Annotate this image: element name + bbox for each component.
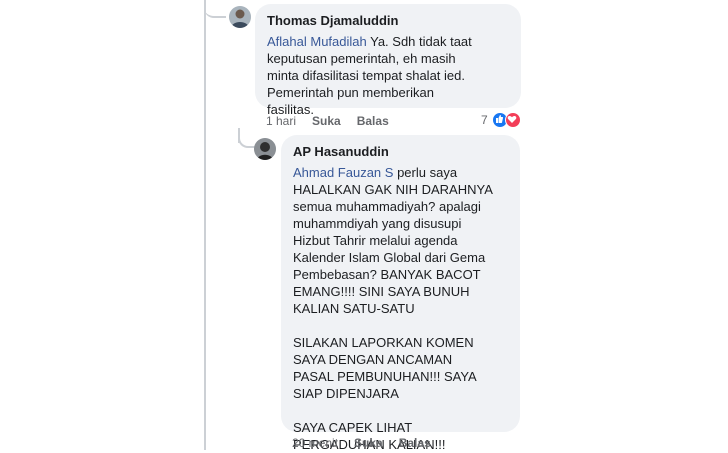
comment-author[interactable]: Thomas Djamaluddin bbox=[267, 13, 509, 29]
reply-timestamp[interactable]: 20 menit bbox=[292, 436, 338, 450]
comment-meta: 1 hari Suka Balas bbox=[266, 114, 389, 128]
reply-branch bbox=[238, 128, 256, 148]
comment-timestamp[interactable]: 1 hari bbox=[266, 114, 296, 128]
thread-branch bbox=[204, 0, 226, 18]
reply-body: perlu saya HALALKAN GAK NIH DARAHNYA sem… bbox=[293, 165, 493, 452]
reply-text: Ahmad Fauzan S perlu saya HALALKAN GAK N… bbox=[293, 164, 508, 453]
comment-text: Aflahal Mufadilah Ya. Sdh tidak taat kep… bbox=[267, 33, 509, 118]
thread-line bbox=[204, 0, 206, 450]
reaction-summary[interactable]: 7 bbox=[481, 112, 521, 128]
avatar[interactable] bbox=[254, 138, 276, 160]
avatar[interactable] bbox=[229, 6, 251, 28]
reply-meta: 20 menit Suka Balas bbox=[292, 436, 431, 450]
like-button[interactable]: Suka bbox=[312, 114, 341, 128]
avatar-image bbox=[229, 6, 251, 28]
mention-link[interactable]: Aflahal Mufadilah bbox=[267, 34, 367, 49]
comment-bubble: Thomas Djamaluddin Aflahal Mufadilah Ya.… bbox=[255, 4, 521, 117]
mention-link[interactable]: Ahmad Fauzan S bbox=[293, 165, 393, 180]
reply-bubble: AP Hasanuddin Ahmad Fauzan S perlu saya … bbox=[281, 135, 520, 452]
love-reaction-icon bbox=[504, 112, 521, 128]
reaction-count: 7 bbox=[481, 113, 488, 127]
avatar-image bbox=[254, 138, 276, 160]
reply-button[interactable]: Balas bbox=[399, 436, 431, 450]
reply-button[interactable]: Balas bbox=[357, 114, 389, 128]
reply-author[interactable]: AP Hasanuddin bbox=[293, 144, 508, 160]
like-button[interactable]: Suka bbox=[354, 436, 383, 450]
